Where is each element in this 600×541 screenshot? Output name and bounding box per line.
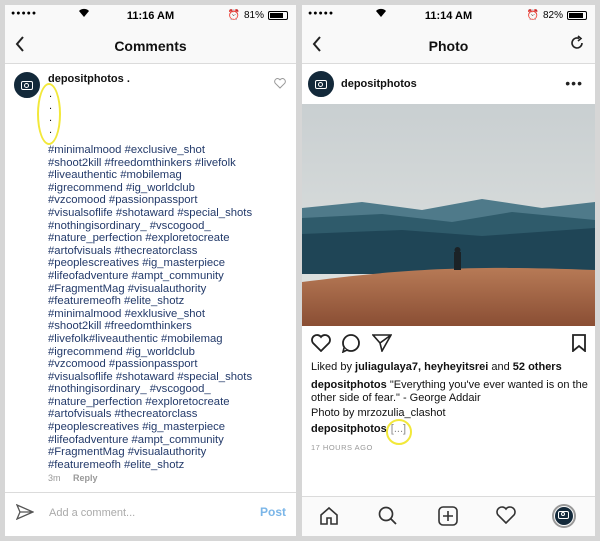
caption2-username[interactable]: depositphotos <box>311 423 387 435</box>
comment-list: depositphotos . . . . . #minimalmood #ex… <box>5 64 296 492</box>
battery-icon <box>567 11 587 20</box>
hashtag-line[interactable]: #shoot2kill #freedomthinkers <box>48 320 290 333</box>
page-title: Photo <box>428 38 469 54</box>
battery-icon <box>268 11 288 20</box>
hashtag-line[interactable]: #nothingisordinary_ #vscogood_ <box>48 383 290 396</box>
hashtag-line[interactable]: #nature_perfection #exploretocreate <box>48 232 290 245</box>
camera-icon <box>558 511 569 519</box>
hashtag-line[interactable]: #artofvisuals #thecreatorclass <box>48 408 290 421</box>
hashtag-line[interactable]: #visualsoflife #shotaward #special_shots <box>48 207 290 220</box>
alarm-icon: ⏰ <box>526 10 539 21</box>
hashtag-line[interactable]: #vzcomood #passionpassport <box>48 194 290 207</box>
post-button[interactable]: Post <box>260 505 286 519</box>
battery-percent: 82% <box>542 10 563 21</box>
more-options-icon[interactable]: ••• <box>565 75 583 91</box>
page-title: Comments <box>114 38 187 54</box>
highlight-annotation <box>37 83 61 145</box>
hashtag-line[interactable]: #peoplescreatives #ig_masterpiece <box>48 257 290 270</box>
alarm-icon: ⏰ <box>227 10 240 21</box>
reply-button[interactable]: Reply <box>73 473 98 483</box>
likes-count[interactable]: 52 others <box>513 361 562 373</box>
likes-prefix: Liked by <box>311 361 356 373</box>
post-timestamp: 17 HOURS AGO <box>311 443 373 452</box>
highlight-annotation <box>386 419 412 445</box>
photo-credit: Photo by mrzozulia_clashot <box>311 407 446 419</box>
profile-avatar <box>555 507 573 525</box>
landscape-image <box>302 104 595 326</box>
hashtag-line[interactable]: #vzcomood #passionpassport <box>48 358 290 371</box>
post-caption: depositphotos "Everything you've ever wa… <box>311 379 589 405</box>
camera-icon <box>21 81 33 90</box>
hashtag-line[interactable]: #igrecommend #ig_worldclub <box>48 346 290 359</box>
camera-icon <box>315 80 327 89</box>
like-comment-heart-icon[interactable] <box>274 78 286 92</box>
hashtag-line[interactable]: #artofvisuals #thecreatorclass <box>48 245 290 258</box>
tab-bar <box>302 496 595 536</box>
home-icon[interactable] <box>319 506 339 530</box>
hashtag-line[interactable]: #minimalmood #exclusive_shot <box>48 144 290 157</box>
hashtag-line[interactable]: #nothingisordinary_ #vscogood_ <box>48 220 290 233</box>
battery-percent: 81% <box>243 10 264 21</box>
photo-screen: ●●●●● 11:14 AM ⏰ 82% Photo depositphotos… <box>302 5 595 536</box>
comment-meta: 3m Reply <box>48 473 108 483</box>
hashtag-line[interactable]: #lifeofadventure #ampt_community <box>48 434 290 447</box>
search-icon[interactable] <box>378 506 397 530</box>
comments-screen: ●●●●● 11:16 AM ⏰ 81% Comments depositpho… <box>5 5 296 536</box>
hashtag-line[interactable]: #FragmentMag #visualauthority <box>48 446 290 459</box>
status-bar: ●●●●● 11:16 AM ⏰ 81% <box>5 5 296 27</box>
hashtag-line[interactable]: #liveauthentic #mobilemag <box>48 169 290 182</box>
comment-icon[interactable] <box>341 334 361 358</box>
hashtag-line[interactable]: #lifeofadventure #ampt_community <box>48 270 290 283</box>
caption-username[interactable]: depositphotos <box>311 379 387 391</box>
hashtag-line[interactable]: #featuremeofh #elite_shotz <box>48 459 290 472</box>
hashtag-line[interactable]: #peoplescreatives #ig_masterpiece <box>48 421 290 434</box>
refresh-icon[interactable] <box>569 35 585 56</box>
post-header: depositphotos ••• <box>302 64 595 104</box>
avatar[interactable] <box>14 72 40 98</box>
hashtag-line[interactable]: #featuremeofh #elite_shotz <box>48 295 290 308</box>
likes-users[interactable]: juliagulaya7, heyheyitsrei <box>355 361 488 373</box>
comment-hashtags: #minimalmood #exclusive_shot #shoot2kill … <box>48 144 290 471</box>
comment-input-bar: Add a comment... Post <box>5 492 296 536</box>
heart-icon[interactable] <box>311 334 331 357</box>
hashtag-line[interactable]: #minimalmood #exklusive_shot <box>48 308 290 321</box>
status-bar: ●●●●● 11:14 AM ⏰ 82% <box>302 5 595 27</box>
activity-heart-icon[interactable] <box>496 506 516 529</box>
hashtag-line[interactable]: #nature_perfection #exploretocreate <box>48 396 290 409</box>
hashtag-line[interactable]: #igrecommend #ig_worldclub <box>48 182 290 195</box>
post-username[interactable]: depositphotos <box>341 78 417 90</box>
bookmark-icon[interactable] <box>572 334 586 357</box>
post-photo[interactable] <box>302 104 595 326</box>
hashtag-line[interactable]: #visualsoflife #shotaward #special_shots <box>48 371 290 384</box>
nav-bar: Comments <box>5 27 296 64</box>
comment-time: 3m <box>48 473 61 483</box>
comment-username[interactable]: depositphotos . <box>48 73 130 85</box>
comment-input[interactable]: Add a comment... <box>49 507 135 519</box>
profile-tab[interactable] <box>552 504 576 528</box>
hashtag-line[interactable]: #FragmentMag #visualauthority <box>48 283 290 296</box>
post-actions <box>302 331 595 359</box>
add-post-icon[interactable] <box>438 506 458 531</box>
likes-mid: and <box>488 361 513 373</box>
nav-bar: Photo <box>302 27 595 64</box>
avatar[interactable] <box>308 71 334 97</box>
hashtag-line[interactable]: #shoot2kill #freedomthinkers #livefolk <box>48 157 290 170</box>
send-icon[interactable] <box>15 503 35 525</box>
hashtag-line[interactable]: #livefolk#liveauthentic #mobilemag <box>48 333 290 346</box>
likes-line: Liked by juliagulaya7, heyheyitsrei and … <box>311 361 589 373</box>
share-icon[interactable] <box>371 334 393 357</box>
